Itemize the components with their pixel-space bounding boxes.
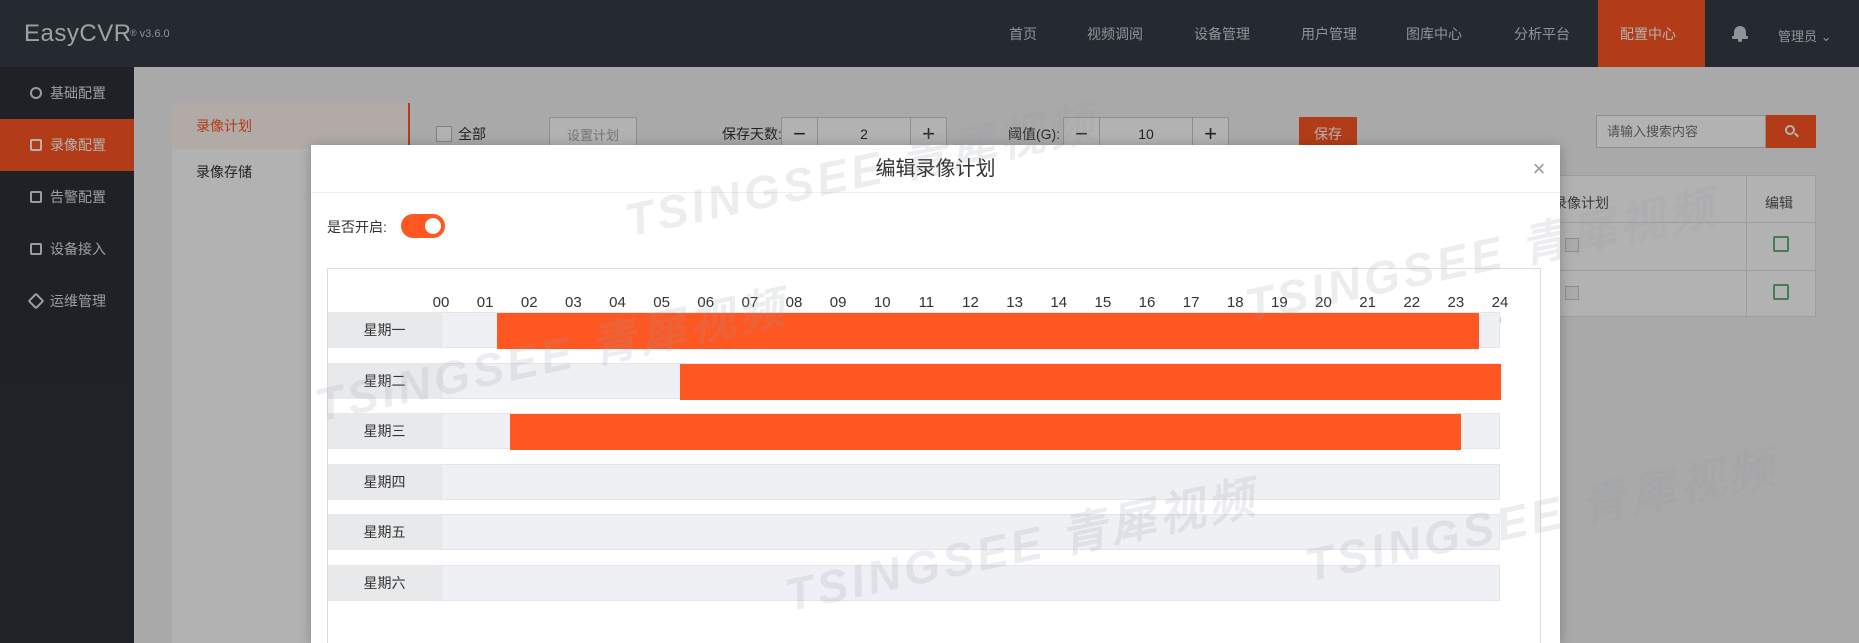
day-row: 星期二 xyxy=(328,362,1501,400)
hour-label: 14 xyxy=(1050,294,1068,311)
hour-label: 05 xyxy=(653,294,670,311)
hour-label: 18 xyxy=(1226,294,1244,311)
hour-label: 04 xyxy=(609,294,626,311)
hour-label: 19 xyxy=(1271,294,1288,311)
schedule-grid: 00 01 02 03 04 05 06 07 08 09 10 11 12 13 14 15 16 17 18 19… xyxy=(327,268,1541,643)
day-track[interactable] xyxy=(441,463,1500,500)
day-track[interactable] xyxy=(441,362,1501,400)
hour-label: 23 xyxy=(1447,294,1465,311)
day-label: 星期四 xyxy=(328,463,441,500)
hour-label: 15 xyxy=(1094,294,1112,311)
day-label: 星期二 xyxy=(328,362,441,399)
hour-label: 12 xyxy=(962,294,979,311)
day-track[interactable] xyxy=(441,564,1500,601)
hour-label: 08 xyxy=(785,294,803,311)
hour-label: 22 xyxy=(1403,294,1421,311)
hour-label: 06 xyxy=(697,294,715,311)
hour-label: 16 xyxy=(1138,294,1156,311)
enable-toggle[interactable] xyxy=(401,214,445,238)
hour-tick xyxy=(1500,317,1501,323)
day-track[interactable] xyxy=(441,413,1500,450)
schedule-bar[interactable] xyxy=(680,363,1501,400)
hour-label: 20 xyxy=(1315,294,1332,311)
day-track[interactable] xyxy=(441,312,1500,349)
hour-label: 01 xyxy=(476,294,494,311)
hour-label: 13 xyxy=(1006,294,1023,311)
hour-label: 17 xyxy=(1182,294,1200,311)
day-row: 星期一 xyxy=(328,312,1500,349)
day-label: 星期五 xyxy=(328,514,441,550)
day-track[interactable] xyxy=(441,514,1500,550)
hour-label: 11 xyxy=(918,294,935,311)
day-row: 星期四 xyxy=(328,463,1500,500)
hour-label: 03 xyxy=(565,294,582,311)
hour-label: 24 xyxy=(1491,294,1509,311)
day-row: 星期五 xyxy=(328,514,1500,550)
modal-title: 编辑录像计划 xyxy=(311,145,1560,193)
day-row: 星期六 xyxy=(328,564,1500,601)
hour-label: 09 xyxy=(829,294,847,311)
hour-label: 00 xyxy=(432,294,450,311)
close-icon[interactable]: × xyxy=(1530,158,1548,180)
day-label: 星期六 xyxy=(328,564,441,601)
hour-label: 07 xyxy=(741,294,759,311)
schedule-bar[interactable] xyxy=(510,414,1462,450)
toggle-knob xyxy=(425,218,441,234)
schedule-bar[interactable] xyxy=(497,313,1479,349)
hour-label: 21 xyxy=(1359,294,1376,311)
day-label: 星期一 xyxy=(328,312,441,348)
enable-label: 是否开启: xyxy=(327,219,387,235)
day-label: 星期三 xyxy=(328,413,441,449)
hour-label: 10 xyxy=(873,294,891,311)
edit-schedule-modal: 编辑录像计划 × 是否开启: 00 01 02 03 04 05 06 07 08 09 10 11 1… xyxy=(311,145,1560,643)
day-row: 星期三 xyxy=(328,413,1500,450)
hour-label: 02 xyxy=(520,294,538,311)
